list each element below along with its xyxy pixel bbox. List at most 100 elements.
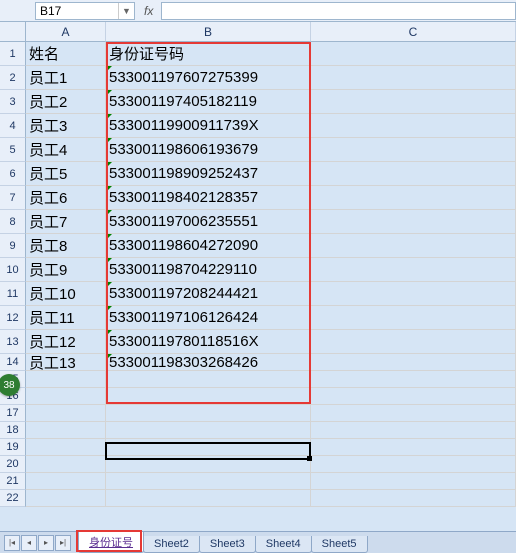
cell-empty[interactable] (106, 371, 311, 388)
cell-name[interactable]: 员工5 (26, 162, 106, 186)
cell-empty[interactable] (106, 456, 311, 473)
cell-empty[interactable] (311, 405, 516, 422)
row-header[interactable]: 11 (0, 282, 26, 306)
row-header[interactable]: 12 (0, 306, 26, 330)
cell-name[interactable]: 员工1 (26, 66, 106, 90)
row-header[interactable]: 1 (0, 42, 26, 66)
row-header[interactable]: 10 (0, 258, 26, 282)
cell-empty[interactable] (26, 422, 106, 439)
cell-id-number[interactable]: 53300119900911739X (106, 114, 311, 138)
cell-id-number[interactable]: 533001197405182119 (106, 90, 311, 114)
row-header[interactable]: 6 (0, 162, 26, 186)
cell-id-number[interactable]: 53300119780118516X (106, 330, 311, 354)
cell-empty[interactable] (106, 490, 311, 507)
cell-id-number[interactable]: 533001197006235551 (106, 210, 311, 234)
fx-icon[interactable]: fx (140, 4, 157, 18)
formula-input[interactable] (161, 2, 516, 20)
sheet-tab[interactable]: Sheet4 (255, 536, 312, 553)
name-box[interactable]: B17 ▼ (35, 2, 135, 20)
row-header[interactable]: 5 (0, 138, 26, 162)
cell-empty[interactable] (106, 473, 311, 490)
cell-empty[interactable] (26, 439, 106, 456)
cell-empty[interactable] (26, 490, 106, 507)
row-header[interactable]: 20 (0, 456, 26, 473)
cell-empty[interactable] (311, 388, 516, 405)
cell-empty[interactable] (106, 422, 311, 439)
cell-empty[interactable] (311, 490, 516, 507)
cell-empty[interactable] (311, 456, 516, 473)
cell-name[interactable]: 员工7 (26, 210, 106, 234)
cell-empty[interactable] (311, 210, 516, 234)
cell-empty[interactable] (106, 439, 311, 456)
row-header[interactable]: 7 (0, 186, 26, 210)
cell-empty[interactable] (311, 422, 516, 439)
sheet-tab[interactable]: Sheet2 (143, 536, 200, 553)
tab-nav-next-icon[interactable]: ▸ (38, 535, 54, 551)
cell-empty[interactable] (26, 371, 106, 388)
select-all-corner[interactable] (0, 22, 26, 42)
cell-empty[interactable] (311, 282, 516, 306)
cell-empty[interactable] (311, 354, 516, 371)
cell-empty[interactable] (311, 138, 516, 162)
cell-empty[interactable] (311, 330, 516, 354)
row-header[interactable]: 3 (0, 90, 26, 114)
column-header-c[interactable]: C (311, 22, 516, 42)
row-header[interactable]: 18 (0, 422, 26, 439)
sheet-tab[interactable]: Sheet3 (199, 536, 256, 553)
cell-name[interactable]: 员工13 (26, 354, 106, 371)
cell-empty[interactable] (26, 473, 106, 490)
column-header-b[interactable]: B (106, 22, 311, 42)
cell-name[interactable]: 员工12 (26, 330, 106, 354)
cell-id-number[interactable]: 身份证号码 (106, 42, 311, 66)
row-header[interactable]: 21 (0, 473, 26, 490)
cell-id-number[interactable]: 533001197607275399 (106, 66, 311, 90)
cell-id-number[interactable]: 533001198604272090 (106, 234, 311, 258)
sheet-tab[interactable]: Sheet5 (311, 536, 368, 553)
row-header[interactable]: 4 (0, 114, 26, 138)
cell-empty[interactable] (311, 439, 516, 456)
cell-id-number[interactable]: 533001197106126424 (106, 306, 311, 330)
cell-empty[interactable] (311, 234, 516, 258)
cell-name[interactable]: 员工8 (26, 234, 106, 258)
cell-empty[interactable] (311, 186, 516, 210)
column-header-a[interactable]: A (26, 22, 106, 42)
cell-empty[interactable] (26, 405, 106, 422)
cell-name[interactable]: 员工9 (26, 258, 106, 282)
sheet-tab-active[interactable]: 身份证号 (78, 532, 144, 553)
cell-empty[interactable] (311, 473, 516, 490)
cell-empty[interactable] (311, 114, 516, 138)
cell-empty[interactable] (311, 258, 516, 282)
cell-empty[interactable] (106, 388, 311, 405)
cell-empty[interactable] (311, 306, 516, 330)
cell-name[interactable]: 员工4 (26, 138, 106, 162)
tab-nav-prev-icon[interactable]: ◂ (21, 535, 37, 551)
row-header[interactable]: 2 (0, 66, 26, 90)
cell-empty[interactable] (311, 66, 516, 90)
cell-name[interactable]: 员工10 (26, 282, 106, 306)
cell-id-number[interactable]: 533001198303268426 (106, 354, 311, 371)
cell-id-number[interactable]: 533001198909252437 (106, 162, 311, 186)
row-header[interactable]: 14 (0, 354, 26, 371)
cell-name[interactable]: 姓名 (26, 42, 106, 66)
cell-empty[interactable] (311, 371, 516, 388)
name-box-dropdown-icon[interactable]: ▼ (118, 3, 134, 19)
cell-empty[interactable] (311, 90, 516, 114)
row-header[interactable]: 19 (0, 439, 26, 456)
cell-empty[interactable] (26, 456, 106, 473)
cell-id-number[interactable]: 533001198402128357 (106, 186, 311, 210)
cell-empty[interactable] (26, 388, 106, 405)
cell-name[interactable]: 员工2 (26, 90, 106, 114)
cell-empty[interactable] (106, 405, 311, 422)
cell-name[interactable]: 员工3 (26, 114, 106, 138)
cell-id-number[interactable]: 533001197208244421 (106, 282, 311, 306)
cell-empty[interactable] (311, 42, 516, 66)
cell-id-number[interactable]: 533001198606193679 (106, 138, 311, 162)
row-header[interactable]: 17 (0, 405, 26, 422)
tab-nav-first-icon[interactable]: |◂ (4, 535, 20, 551)
row-header[interactable]: 9 (0, 234, 26, 258)
cell-name[interactable]: 员工6 (26, 186, 106, 210)
cell-empty[interactable] (311, 162, 516, 186)
tab-nav-last-icon[interactable]: ▸| (55, 535, 71, 551)
row-header[interactable]: 13 (0, 330, 26, 354)
cell-id-number[interactable]: 533001198704229110 (106, 258, 311, 282)
